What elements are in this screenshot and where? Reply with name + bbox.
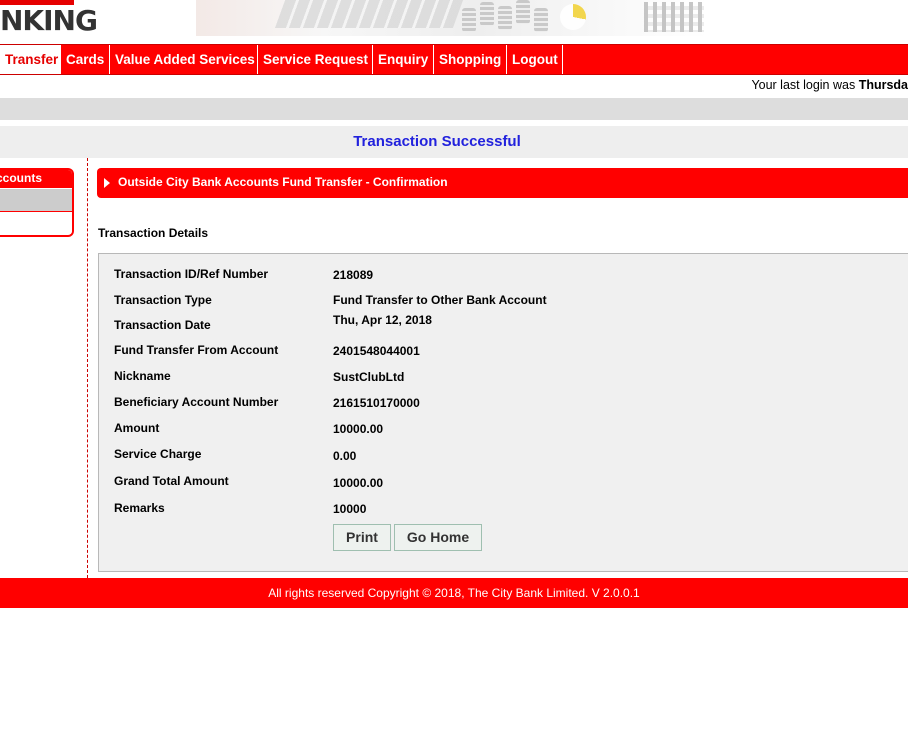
- coin-stack-graphic: [534, 8, 548, 32]
- detail-value: 10000.00: [333, 422, 384, 436]
- coin-stack-graphic: [480, 2, 494, 26]
- sidebar-item[interactable]: [0, 211, 72, 234]
- pie-chart-graphic: [560, 4, 586, 30]
- coin-stack-graphic: [516, 0, 530, 24]
- last-login-info: Your last login was Thursda: [751, 78, 908, 92]
- header-banner-image: [196, 0, 708, 36]
- nav-enquiry[interactable]: Enquiry: [373, 45, 434, 74]
- detail-value: 0.00: [333, 449, 357, 463]
- column-divider: [87, 158, 88, 578]
- bank-logo: NKING: [0, 4, 98, 37]
- nav-service-request[interactable]: Service Request: [258, 45, 373, 74]
- detail-value: 218089: [333, 268, 374, 282]
- detail-label: Amount: [114, 421, 160, 435]
- keyboard-graphic: [274, 0, 464, 28]
- detail-value: 2161510170000: [333, 396, 420, 410]
- detail-label: Transaction ID/Ref Number: [114, 267, 269, 281]
- footer: All rights reserved Copyright © 2018, Th…: [0, 578, 908, 608]
- nav-cards[interactable]: Cards: [61, 45, 110, 74]
- nav-shopping[interactable]: Shopping: [434, 45, 507, 74]
- copyright-text: All rights reserved Copyright © 2018, Th…: [268, 586, 640, 600]
- arrow-right-icon: [104, 178, 110, 188]
- detail-value: Fund Transfer to Other Bank Account: [333, 293, 547, 307]
- detail-label: Remarks: [114, 501, 165, 515]
- print-button[interactable]: Print: [333, 524, 391, 551]
- section-header: Outside City Bank Accounts Fund Transfer…: [97, 168, 908, 198]
- detail-label: Service Charge: [114, 447, 202, 461]
- nav-transfer[interactable]: Transfer: [0, 45, 61, 74]
- detail-value: 2401548044001: [333, 344, 420, 358]
- go-home-button[interactable]: Go Home: [394, 524, 482, 551]
- sidebar-heading: ccounts: [0, 170, 72, 188]
- last-login-prefix: Your last login was: [751, 78, 859, 92]
- coin-stack-graphic: [462, 8, 476, 32]
- sidebar-accounts-panel: ccounts: [0, 168, 74, 237]
- sidebar-item-selected[interactable]: [0, 188, 72, 211]
- section-title: Outside City Bank Accounts Fund Transfer…: [118, 175, 448, 189]
- calculator-graphic: [644, 2, 704, 32]
- transaction-details-heading: Transaction Details: [98, 226, 209, 240]
- detail-label: Nickname: [114, 369, 171, 383]
- page-title: Transaction Successful: [353, 133, 521, 150]
- detail-value: 10000.00: [333, 476, 384, 490]
- detail-label: Beneficiary Account Number: [114, 395, 279, 409]
- last-login-day: Thursda: [858, 78, 908, 92]
- coin-stack-graphic: [498, 6, 512, 30]
- detail-label: Fund Transfer From Account: [114, 343, 279, 357]
- main-nav: Transfer Cards Value Added Services Serv…: [0, 44, 908, 75]
- detail-value: SustClubLtd: [333, 370, 405, 384]
- detail-value: 10000: [333, 502, 367, 516]
- detail-label: Grand Total Amount: [114, 474, 229, 488]
- status-title-bar: Transaction Successful: [0, 126, 908, 158]
- nav-value-added-services[interactable]: Value Added Services: [110, 45, 258, 74]
- nav-logout[interactable]: Logout: [507, 45, 563, 74]
- detail-label: Transaction Type: [114, 293, 212, 307]
- detail-value: Thu, Apr 12, 2018: [333, 313, 432, 327]
- grey-separator-bar: [0, 98, 908, 120]
- detail-label: Transaction Date: [114, 318, 211, 332]
